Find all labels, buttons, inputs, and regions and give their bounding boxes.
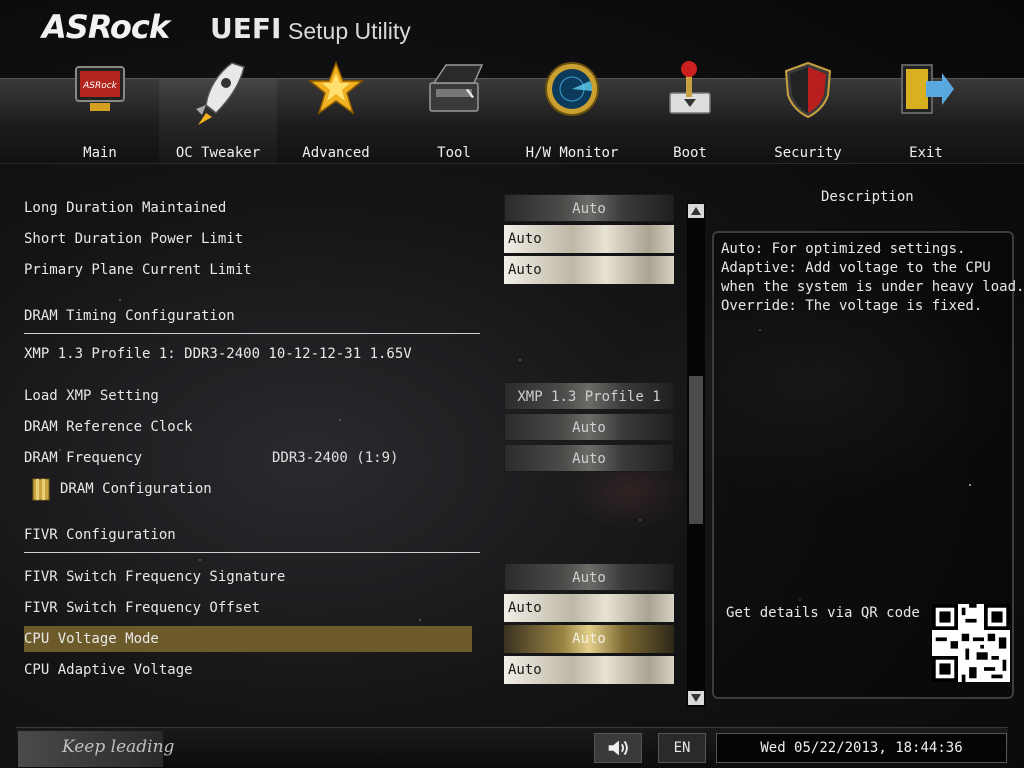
- joystick-icon: [669, 61, 711, 114]
- datetime-display: Wed 05/22/2013, 18:44:36: [716, 733, 1007, 763]
- dram-frequency-label: DRAM Frequency: [24, 450, 143, 466]
- speaker-icon[interactable]: [594, 733, 642, 763]
- setup-utility-title: Setup Utility: [288, 18, 411, 44]
- fivr-switch-frequency-offset-input[interactable]: Auto: [504, 594, 674, 622]
- tab-hw-monitor[interactable]: H/W Monitor: [513, 59, 631, 163]
- long-duration-maintained-value[interactable]: Auto: [504, 194, 674, 222]
- dram-frequency-value[interactable]: Auto: [504, 444, 674, 472]
- tab-boot[interactable]: Boot: [631, 59, 749, 163]
- tab-main-label: Main: [83, 145, 117, 161]
- svg-text:ASRock: ASRock: [82, 81, 118, 91]
- folder-icon: [32, 478, 50, 501]
- fivr-switch-frequency-signature-label: FIVR Switch Frequency Signature: [24, 569, 286, 585]
- cpu-voltage-mode-value[interactable]: Auto: [504, 625, 674, 653]
- short-duration-power-limit-label: Short Duration Power Limit: [24, 231, 244, 247]
- language-button[interactable]: EN: [658, 733, 706, 763]
- description-line: when the system is under heavy load.: [721, 279, 1024, 295]
- dram-configuration-link[interactable]: DRAM Configuration: [60, 481, 212, 497]
- asrock-logo: ASRock: [42, 8, 170, 46]
- fivr-section-header: FIVR Configuration: [24, 527, 176, 543]
- cpu-adaptive-voltage-label: CPU Adaptive Voltage: [24, 662, 193, 678]
- long-duration-maintained-label: Long Duration Maintained: [24, 200, 227, 216]
- tab-main[interactable]: ASRock Main: [41, 59, 159, 163]
- tab-security-label: Security: [774, 145, 842, 161]
- load-xmp-setting-label: Load XMP Setting: [24, 388, 159, 404]
- description-title: Description: [821, 189, 914, 205]
- uefi-title: UEFI: [210, 12, 282, 45]
- section-divider: [24, 552, 480, 553]
- dram-frequency-info: DDR3-2400 (1:9): [272, 450, 399, 466]
- tab-exit-label: Exit: [909, 145, 943, 161]
- monitor-icon: ASRock: [75, 66, 125, 111]
- dram-reference-clock-label: DRAM Reference Clock: [24, 419, 193, 435]
- description-line: Auto: For optimized settings.: [721, 241, 966, 257]
- qr-code-label: Get details via QR code: [726, 605, 920, 621]
- scrollbar-thumb[interactable]: [689, 376, 703, 524]
- xmp-profile-info: XMP 1.3 Profile 1: DDR3-2400 10-12-12-31…: [24, 346, 412, 362]
- radar-icon: [545, 62, 599, 116]
- qr-code-icon: [932, 604, 1010, 682]
- toolbox-icon: [429, 64, 484, 112]
- load-xmp-setting-value[interactable]: XMP 1.3 Profile 1: [504, 382, 674, 410]
- tab-oc-tweaker[interactable]: OC Tweaker: [159, 62, 277, 163]
- primary-plane-current-limit-label: Primary Plane Current Limit: [24, 262, 252, 278]
- tab-advanced[interactable]: Advanced: [277, 59, 395, 163]
- fivr-switch-frequency-signature-value[interactable]: Auto: [504, 563, 674, 591]
- tab-boot-label: Boot: [673, 145, 707, 161]
- tab-tool-label: Tool: [437, 145, 471, 161]
- primary-plane-current-limit-input[interactable]: Auto: [504, 256, 674, 284]
- scroll-up-arrow-icon[interactable]: [688, 204, 704, 218]
- description-line: Override: The voltage is fixed.: [721, 298, 983, 314]
- main-nav: ASRock Main OC Tweaker Advanced Tool H/W…: [0, 60, 1024, 164]
- tab-oc-tweaker-label: OC Tweaker: [175, 145, 261, 161]
- rocket-icon: [196, 62, 245, 125]
- shield-icon: [784, 61, 832, 119]
- dram-reference-clock-value[interactable]: Auto: [504, 413, 674, 441]
- tab-advanced-label: Advanced: [302, 145, 370, 161]
- tab-security[interactable]: Security: [749, 59, 867, 163]
- scroll-down-arrow-icon[interactable]: [688, 691, 704, 705]
- tagline-text: Keep leading: [62, 737, 175, 757]
- tab-tool[interactable]: Tool: [395, 59, 513, 163]
- fivr-switch-frequency-offset-label: FIVR Switch Frequency Offset: [24, 600, 261, 616]
- description-line: Adaptive: Add voltage to the CPU: [721, 260, 991, 276]
- section-divider: [24, 333, 480, 334]
- short-duration-power-limit-input[interactable]: Auto: [504, 225, 674, 253]
- star-icon: [307, 60, 365, 115]
- dram-timing-section-header: DRAM Timing Configuration: [24, 308, 235, 324]
- tab-exit[interactable]: Exit: [867, 59, 985, 163]
- cpu-adaptive-voltage-input[interactable]: Auto: [504, 656, 674, 684]
- cpu-voltage-mode-label: CPU Voltage Mode: [24, 631, 159, 647]
- exit-door-icon: [901, 64, 954, 114]
- tab-hw-monitor-label: H/W Monitor: [525, 145, 619, 161]
